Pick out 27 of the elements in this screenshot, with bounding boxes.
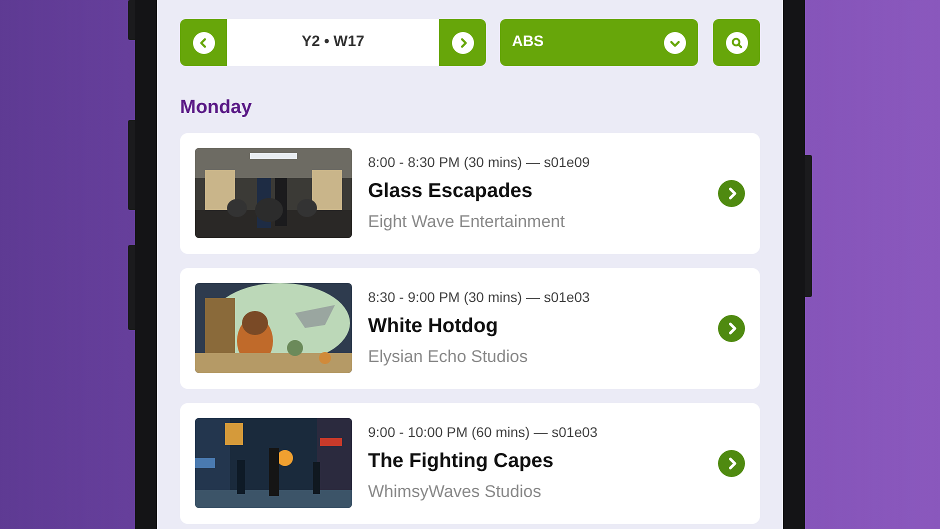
show-title: Glass Escapades	[368, 178, 533, 204]
studio-name: Elysian Echo Studios	[368, 346, 528, 368]
show-title: White Hotdog	[368, 314, 498, 339]
open-show-button[interactable]	[718, 314, 745, 342]
studio-name: Eight Wave Entertainment	[368, 210, 565, 233]
show-title: The Fighting Capes	[368, 448, 554, 474]
show-card[interactable]: 8:30 - 9:00 PM (30 mins) — s01e03 White Hotdog Elysian Echo Studios	[180, 268, 760, 388]
open-show-button[interactable]	[718, 180, 745, 206]
open-show-button[interactable]	[718, 450, 745, 476]
show-time: 9:00 - 10:00 PM (60 mins) — s01e03	[368, 422, 598, 442]
week-label: Y2 • W17	[302, 32, 364, 52]
chevron-down-icon	[664, 32, 686, 54]
next-week-button[interactable]	[439, 19, 486, 66]
day-heading: Monday	[180, 97, 252, 118]
chevron-left-icon	[192, 32, 214, 54]
chevron-right-icon	[718, 180, 745, 206]
chevron-right-icon	[718, 314, 745, 342]
show-time: 8:00 - 8:30 PM (30 mins) — s01e09	[368, 152, 590, 172]
show-card[interactable]: 8:00 - 8:30 PM (30 mins) — s01e09 Glass Escapades Eight Wave Entertainment	[180, 132, 760, 254]
search-button[interactable]	[713, 19, 760, 66]
chevron-right-icon	[452, 32, 474, 54]
search-icon	[726, 32, 748, 54]
show-card[interactable]: 9:00 - 10:00 PM (60 mins) — s01e03 The Fighting Capes WhimsyWaves Studios	[180, 402, 760, 524]
previous-week-button[interactable]	[180, 19, 227, 66]
studio-name: WhimsyWaves Studios	[368, 480, 542, 503]
chevron-right-icon	[718, 450, 745, 476]
show-time: 8:30 - 9:00 PM (30 mins) — s01e03	[368, 288, 590, 307]
